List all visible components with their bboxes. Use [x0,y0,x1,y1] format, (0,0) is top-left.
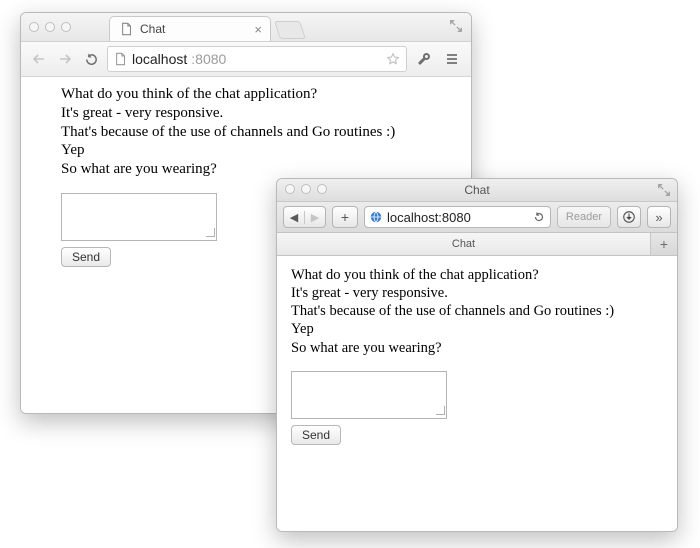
downloads-button[interactable] [617,206,641,228]
chrome-tab-title: Chat [140,22,165,36]
page-icon [120,22,134,36]
page-icon [114,52,128,66]
new-tab-button[interactable] [274,21,306,39]
chat-message: So what are you wearing? [291,339,663,357]
safari-tab-title: Chat [452,238,475,250]
overflow-button[interactable]: » [647,206,671,228]
close-tab-icon[interactable]: × [254,22,262,37]
minimize-window-icon[interactable] [301,184,311,194]
safari-window-title: Chat [464,183,489,197]
chat-message: So what are you wearing? [61,160,431,179]
download-icon [622,210,636,224]
zoom-window-icon[interactable] [317,184,327,194]
reader-label: Reader [566,211,602,223]
safari-nav-segment: ◀ ▶ [283,206,326,228]
chrome-traffic-lights [29,22,71,32]
safari-window: Chat ◀ ▶ + localhost:8080 Reader [276,178,678,532]
fullscreen-icon[interactable] [657,183,671,197]
safari-traffic-lights [285,184,327,194]
chrome-titlebar: Chat × [21,13,471,42]
textarea-resize-icon[interactable] [205,227,215,237]
url-port: :8080 [191,51,226,67]
close-window-icon[interactable] [285,184,295,194]
safari-tab-bar: Chat + [277,233,677,256]
chat-message: Yep [61,141,431,160]
chat-message: Yep [291,320,663,338]
forward-button[interactable] [55,49,75,69]
chat-message: That's because of the use of channels an… [291,302,663,320]
back-arrow-icon [31,51,47,67]
send-button[interactable]: Send [291,425,341,445]
bookmark-star-icon[interactable] [386,52,400,66]
reader-button[interactable]: Reader [557,206,611,228]
reload-icon [84,52,99,67]
safari-toolbar: ◀ ▶ + localhost:8080 Reader » [277,202,677,233]
back-button[interactable]: ◀ [284,211,304,224]
minimize-window-icon[interactable] [45,22,55,32]
fullscreen-icon[interactable] [449,19,463,33]
forward-button[interactable]: ▶ [304,211,325,224]
wrench-button[interactable] [413,48,435,70]
new-tab-button[interactable]: + [651,233,677,255]
reload-icon[interactable] [532,210,546,224]
safari-address-bar[interactable]: localhost:8080 [364,206,551,228]
safari-tab-chat[interactable]: Chat [277,233,651,255]
back-button[interactable] [29,49,49,69]
hamburger-icon [444,51,460,67]
menu-button[interactable] [441,48,463,70]
chevron-right-icon: » [655,210,662,225]
add-bookmark-button[interactable]: + [332,206,358,228]
chat-message: It's great - very responsive. [291,284,663,302]
url-host: localhost [132,51,187,67]
chat-message: What do you think of the chat applicatio… [61,85,431,104]
chat-message: That's because of the use of channels an… [61,123,431,142]
reload-button[interactable] [81,49,101,69]
close-window-icon[interactable] [29,22,39,32]
chat-message: It's great - very responsive. [61,104,431,123]
chat-input[interactable] [61,193,217,241]
textarea-resize-icon[interactable] [435,405,445,415]
chrome-tab-strip: Chat × [109,15,303,41]
safari-url: localhost:8080 [387,210,528,225]
send-button[interactable]: Send [61,247,111,267]
chrome-tab-chat[interactable]: Chat × [109,16,271,41]
safari-page: What do you think of the chat applicatio… [277,256,677,532]
zoom-window-icon[interactable] [61,22,71,32]
forward-arrow-icon [57,51,73,67]
chrome-omnibox[interactable]: localhost:8080 [107,46,407,72]
chrome-toolbar: localhost:8080 [21,42,471,77]
wrench-icon [416,51,432,67]
site-globe-icon [369,210,383,224]
chat-message: What do you think of the chat applicatio… [291,266,663,284]
chat-input[interactable] [291,371,447,419]
safari-titlebar: Chat [277,179,677,202]
